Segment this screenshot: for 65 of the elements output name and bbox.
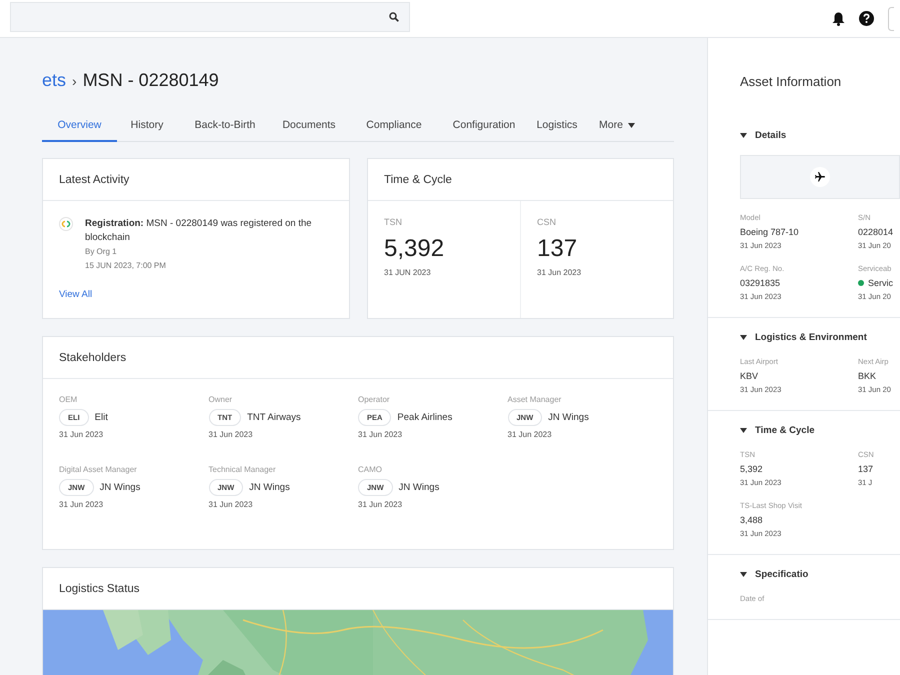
field-value: 3,488 [740,515,763,525]
field-value: 03291835 [740,278,780,288]
activity-time: 15 JUN 2023, 7:00 PM [85,260,167,272]
search-field[interactable] [10,2,410,32]
section-header[interactable]: Logistics & Environment [740,332,867,343]
panel-title: Asset Information [740,74,842,91]
field-value: BKK [858,371,876,381]
tab[interactable]: Logistics [525,111,589,142]
field-value: 137 [858,464,874,474]
activity-author: By Org 1 [85,246,118,258]
field-value: Boeing 787-10 [740,227,799,237]
tab[interactable]: Back-to-Birth [177,111,273,142]
metric-date: 31 JUN 2023 [384,268,432,277]
metric-label: CSN [537,217,558,227]
stakeholder-name: JN Wings [100,482,140,493]
metric-value: 137 [537,235,578,263]
stakeholder-date: 31 Jun 2023 [508,430,553,439]
card-title: Time & Cycle [368,159,673,201]
tab[interactable]: More [589,111,645,142]
stakeholder-name: Elit [94,412,108,423]
stakeholder-role: Operator [358,395,391,404]
section-header[interactable]: Details [740,130,786,141]
field-value: Servic [868,278,894,288]
page-title: MSN - 02280149 [82,70,219,91]
stakeholder-role: Asset Manager [508,395,562,404]
stakeholder-name: Peak Airlines [397,412,452,423]
stakeholder-name: JN Wings [548,412,589,423]
status-icon [59,217,73,231]
breadcrumb-separator: › [72,73,77,89]
activity-text: Registration: MSN - 02280149 was registered on the blockchain [85,217,313,245]
tab[interactable]: Overview [42,111,117,142]
stakeholder-role: Owner [208,395,234,404]
card-title: Stakeholders [43,337,673,379]
breadcrumb-link[interactable]: ets [42,70,66,91]
stakeholder-name: TNT Airways [247,412,301,423]
metric-label: TSN [384,217,403,227]
stakeholder-name: JN Wings [249,482,290,493]
stakeholder-role: Technical Manager [208,465,277,474]
stakeholder-name: JN Wings [398,482,440,493]
tab[interactable]: Compliance [345,111,443,142]
field-value: 0228014 [858,227,894,237]
stakeholder-date: 31 Jun 2023 [208,500,254,509]
stakeholder-date: 31 Jun 2023 [59,430,104,439]
field-value: 5,392 [740,464,763,474]
view-all-link[interactable]: View All [43,273,108,316]
stakeholder-role: OEM [59,395,78,404]
stakeholder-role: Digital Asset Manager [59,465,138,474]
metric-date: 31 Jun 2023 [537,268,582,277]
stakeholder-date: 31 Jun 2023 [208,430,254,439]
section-header[interactable]: Specificatio [740,569,808,580]
search-icon [389,12,399,22]
stakeholder-date: 31 Jun 2023 [59,500,104,509]
plane-icon [814,171,826,183]
stakeholder-date: 31 Jun 2023 [358,500,404,509]
tab[interactable]: Configuration [443,111,525,142]
card-title: Latest Activity [43,159,349,201]
tab[interactable]: Documents [273,111,345,142]
help-icon[interactable] [859,11,874,26]
stakeholder-role: CAMO [358,465,383,474]
section-header[interactable]: Time & Cycle [740,425,814,436]
tab[interactable]: History [117,111,177,142]
bell-icon[interactable] [832,12,845,26]
field-value: KBV [740,371,758,381]
stakeholder-date: 31 Jun 2023 [358,430,404,439]
metric-value: 5,392 [384,235,446,263]
